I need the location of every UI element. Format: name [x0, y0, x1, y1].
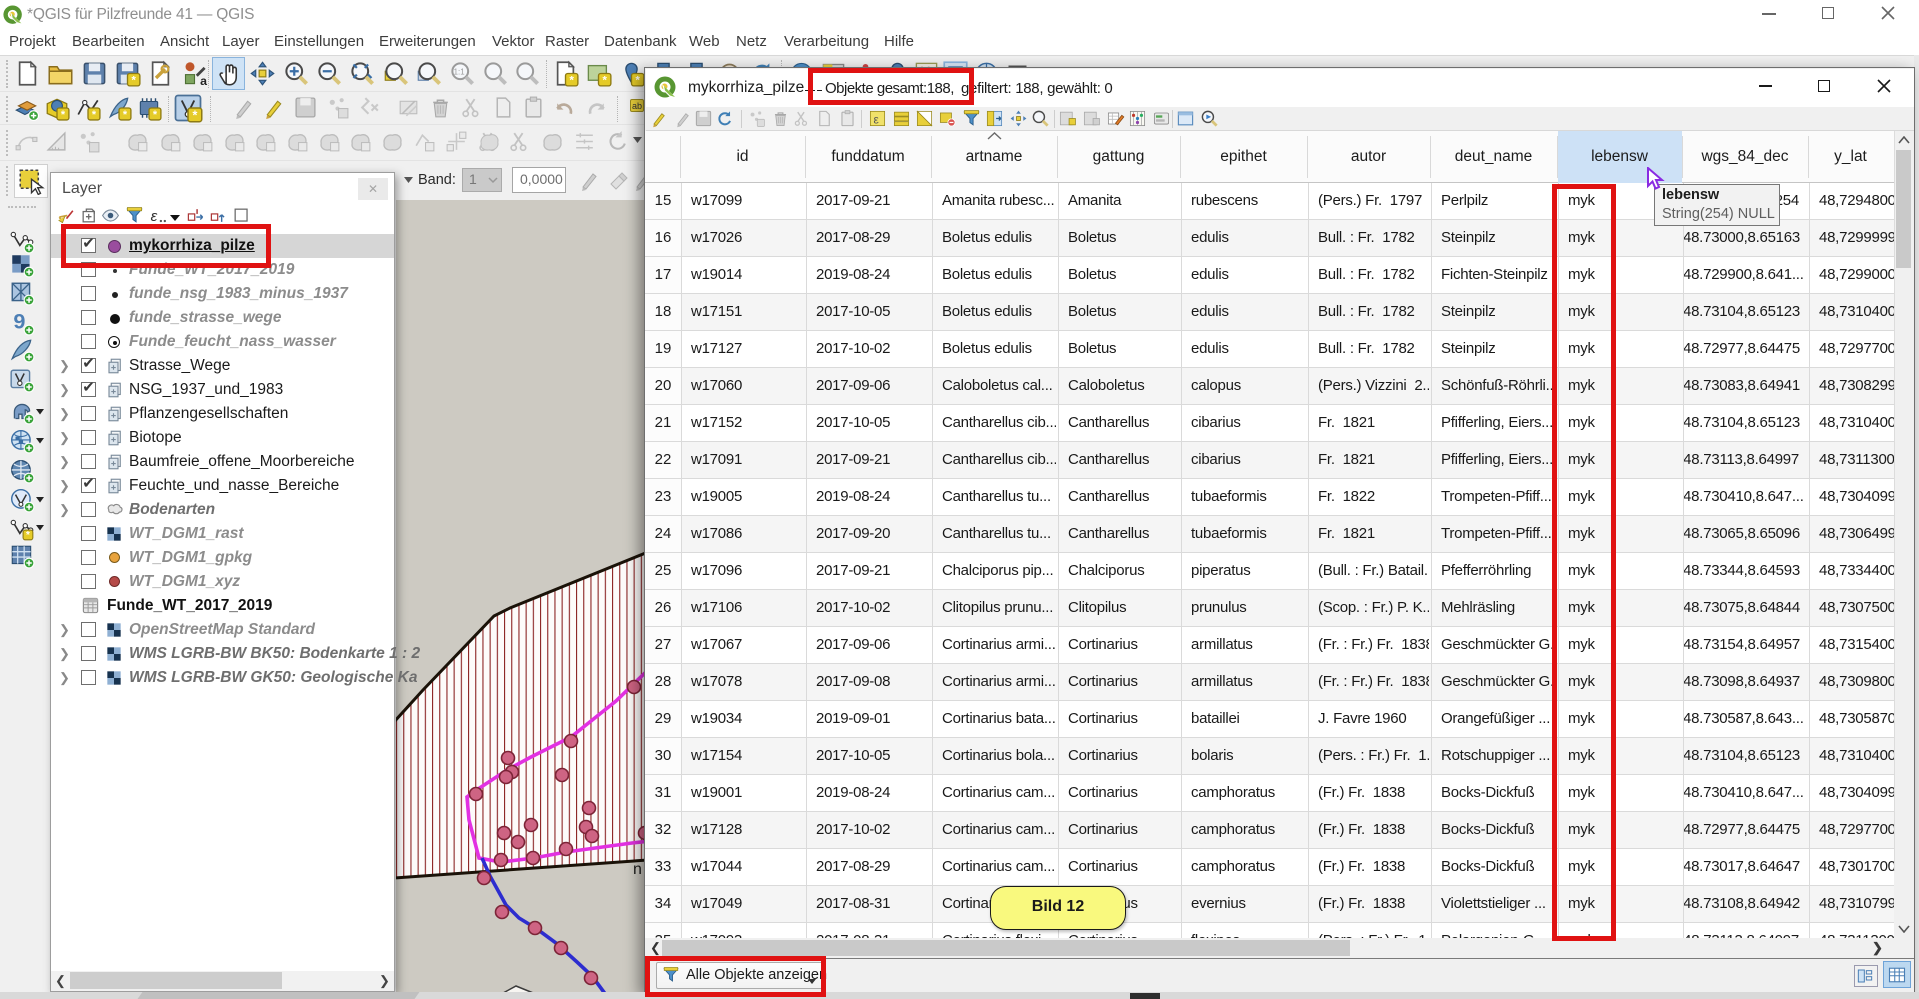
- svg-text:*: *: [635, 75, 640, 87]
- svg-text:*: *: [26, 530, 30, 541]
- svg-text:*: *: [131, 75, 136, 87]
- svg-text:*: *: [192, 108, 197, 122]
- svg-text:n: n: [633, 861, 642, 878]
- svg-text:*: *: [602, 75, 607, 87]
- svg-text:a: a: [200, 74, 207, 87]
- svg-text:*: *: [569, 75, 574, 87]
- svg-text:ε: ε: [874, 112, 880, 126]
- svg-text:1:1: 1:1: [454, 68, 465, 77]
- svg-text:ε: ε: [151, 208, 158, 225]
